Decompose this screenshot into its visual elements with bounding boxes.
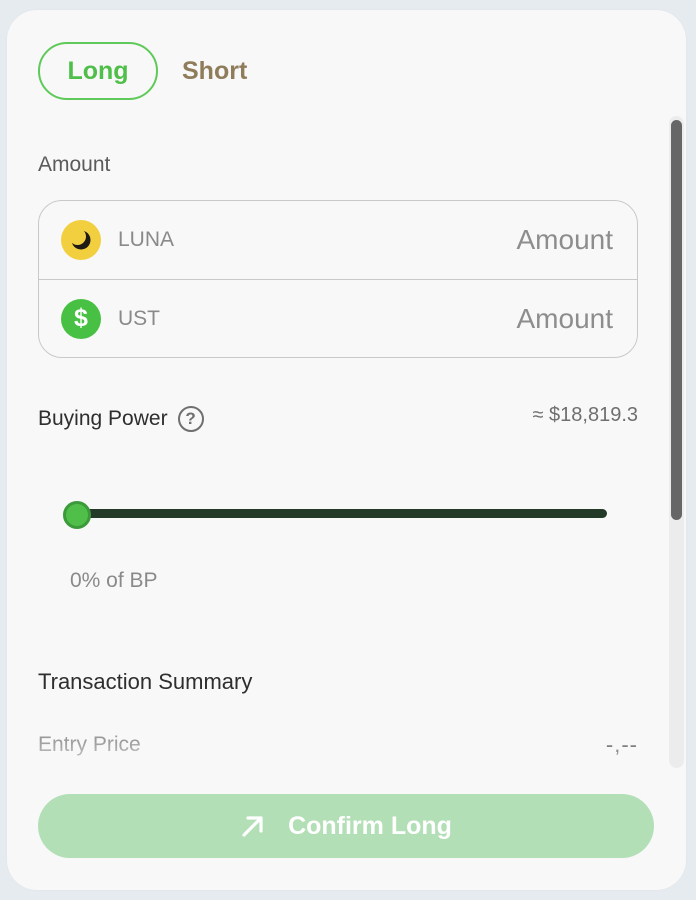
ust-token-label: UST <box>118 306 160 330</box>
tab-long[interactable]: Long <box>38 42 158 100</box>
ust-amount-row: $ UST <box>39 279 637 357</box>
luna-amount-row: LUNA <box>39 201 637 279</box>
buying-power-slider-track[interactable] <box>70 509 607 518</box>
ust-amount-input[interactable] <box>413 302 613 335</box>
position-tabs: Long Short <box>38 42 247 100</box>
tab-short[interactable]: Short <box>182 57 247 86</box>
confirm-long-button[interactable]: Confirm Long <box>38 794 654 858</box>
arrow-up-right-icon <box>240 813 266 839</box>
transaction-summary-title: Transaction Summary <box>38 669 253 694</box>
luna-token-label: LUNA <box>118 228 175 251</box>
luna-icon <box>61 220 101 260</box>
entry-price-label: Entry Price <box>38 733 141 756</box>
amount-label: Amount <box>38 153 111 176</box>
entry-price-value: -,-- <box>605 732 638 757</box>
scrollbar[interactable] <box>669 116 684 768</box>
entry-price-row: Entry Price -,-- <box>38 732 638 758</box>
buying-power-value: ≈ $18,819.3 <box>532 403 638 426</box>
luna-amount-input[interactable] <box>413 224 613 256</box>
trade-panel: Long Short Amount LUNA $ UST Buying Powe… <box>7 10 686 890</box>
buying-power-row: Buying Power ? ≈ $18,819.3 <box>38 403 638 432</box>
buying-power-percent-label: 0% of BP <box>70 569 158 592</box>
buying-power-slider-thumb[interactable] <box>63 501 91 529</box>
scrollbar-thumb[interactable] <box>671 120 682 520</box>
ust-dollar-icon: $ <box>61 298 101 339</box>
buying-power-label: Buying Power <box>38 407 168 430</box>
amount-input-group: LUNA $ UST <box>38 200 638 358</box>
confirm-button-label: Confirm Long <box>288 811 452 840</box>
question-icon[interactable]: ? <box>177 406 204 432</box>
